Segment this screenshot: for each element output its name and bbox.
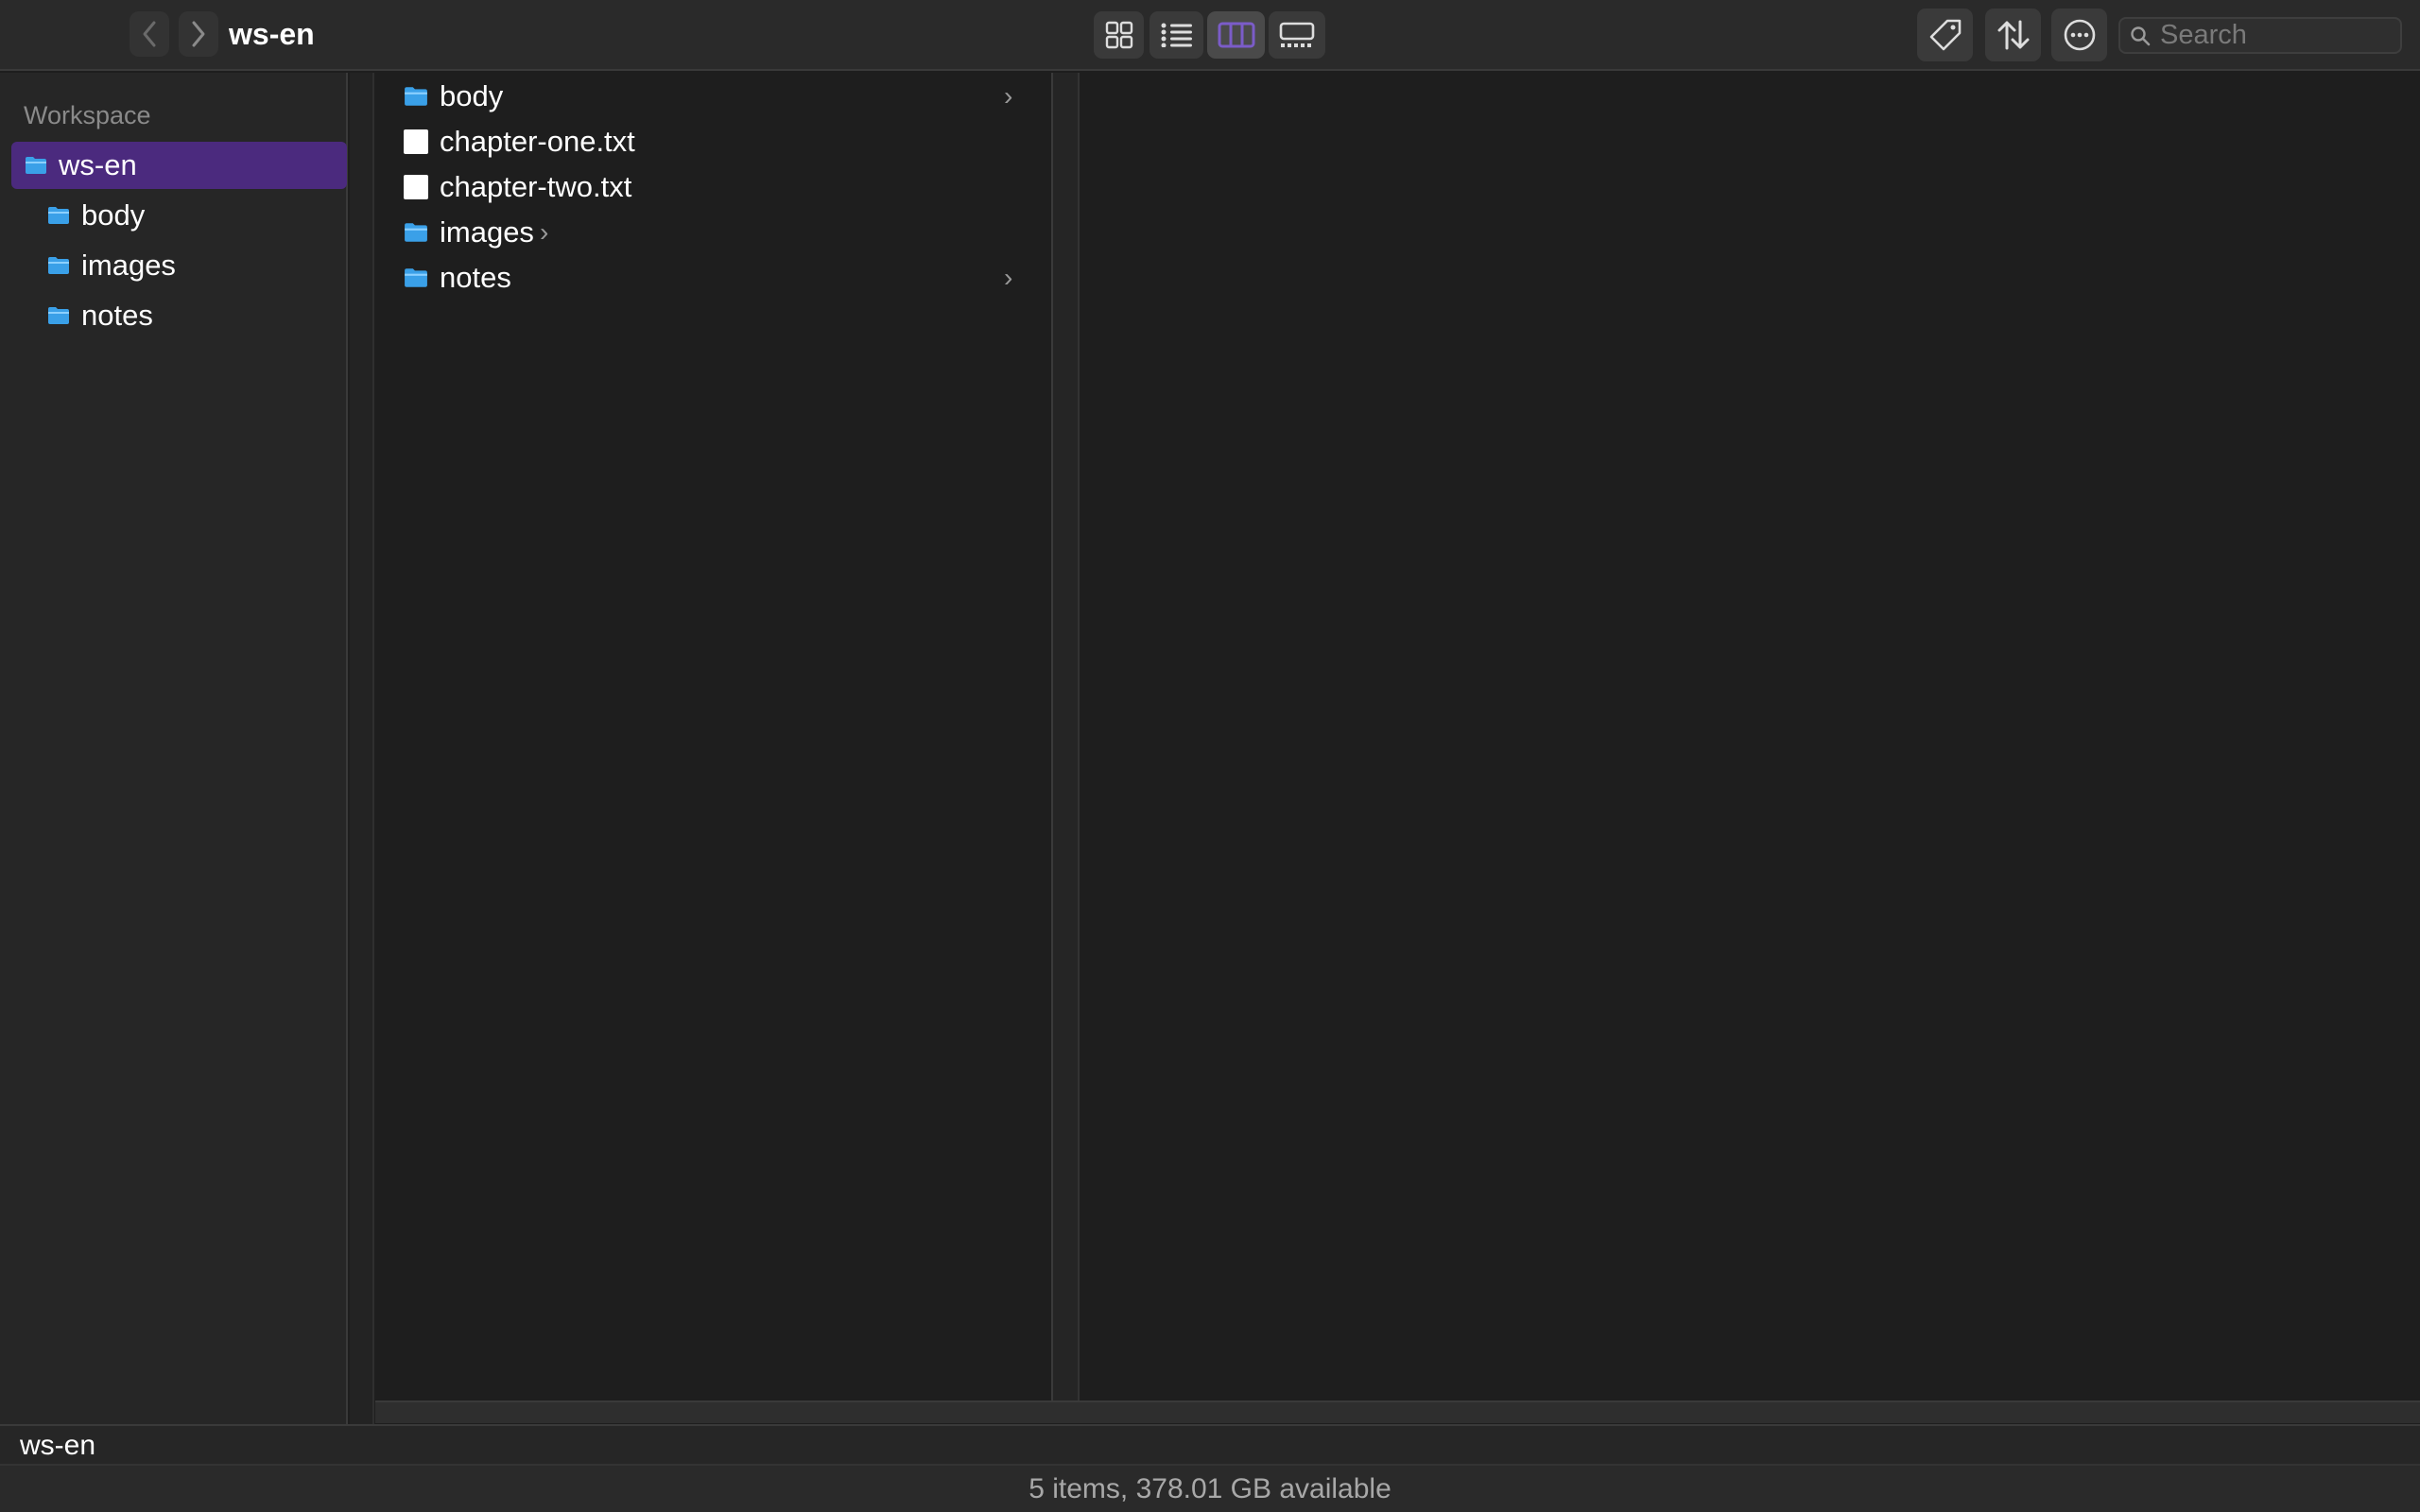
- sort-button[interactable]: [1985, 9, 2041, 61]
- forward-button[interactable]: [179, 11, 218, 57]
- icon-view-button[interactable]: [1094, 11, 1144, 59]
- grid-icon: [1105, 21, 1132, 49]
- search-input[interactable]: [2160, 20, 2387, 51]
- sidebar-item-label: images: [81, 249, 176, 282]
- sidebar-item-label: ws-en: [59, 148, 137, 181]
- list-icon: [1161, 23, 1192, 47]
- chevron-right-icon: ›: [539, 217, 549, 247]
- folder-icon: [48, 207, 69, 224]
- column-item-label: body: [440, 79, 504, 112]
- sidebar: Workspace ws-en body images notes: [0, 73, 348, 1424]
- column-item-label: chapter-one.txt: [440, 125, 635, 158]
- folder-icon: [48, 307, 69, 324]
- browser-column-2: [1080, 73, 2420, 1400]
- chevron-right-icon: [192, 21, 205, 47]
- columns-icon: [1218, 22, 1254, 48]
- folder-icon: [26, 157, 46, 174]
- column-item-notes[interactable]: notes ›: [404, 257, 1028, 299]
- path-bar-item[interactable]: ws-en: [20, 1430, 95, 1462]
- back-button[interactable]: [130, 11, 169, 57]
- status-bar: 5 items, 378.01 GB available: [0, 1466, 2420, 1512]
- path-bar: ws-en: [0, 1424, 2420, 1466]
- browser-column-1: body › chapter-one.txt chapter-two.txt i…: [375, 73, 1053, 1400]
- sidebar-heading: Workspace: [24, 101, 151, 129]
- folder-icon: [405, 268, 427, 287]
- column-item-label: images: [440, 215, 534, 249]
- sidebar-item-ws-en[interactable]: ws-en: [11, 142, 347, 189]
- column-item-label: notes: [440, 261, 511, 294]
- window-title: ws-en: [229, 17, 315, 51]
- column-item-chapter-two[interactable]: chapter-two.txt: [404, 166, 631, 208]
- folder-icon: [48, 257, 69, 274]
- sidebar-resize-handle[interactable]: [350, 73, 374, 1424]
- gallery-icon: [1279, 22, 1315, 47]
- sidebar-item-images[interactable]: images: [47, 242, 176, 289]
- folder-icon: [405, 223, 427, 242]
- column-item-chapter-one[interactable]: chapter-one.txt: [404, 121, 635, 163]
- chevron-right-icon: ›: [1004, 263, 1013, 292]
- sort-arrows-icon: [1997, 20, 2029, 50]
- sidebar-item-body[interactable]: body: [47, 192, 145, 239]
- column-item-label: chapter-two.txt: [440, 170, 632, 203]
- ellipsis-circle-icon: [2064, 19, 2095, 51]
- column-resize-handle[interactable]: [1053, 73, 1080, 1400]
- sidebar-item-label: notes: [81, 299, 153, 332]
- column-view-button[interactable]: [1207, 11, 1265, 59]
- document-icon: [404, 175, 428, 199]
- column-item-body[interactable]: body ›: [404, 76, 1028, 117]
- document-icon: [404, 129, 428, 154]
- more-actions-button[interactable]: [2051, 9, 2107, 61]
- tag-icon: [1929, 19, 1961, 51]
- horizontal-scrollbar[interactable]: [375, 1400, 2420, 1423]
- chevron-left-icon: [143, 21, 156, 47]
- search-field[interactable]: [2118, 17, 2402, 54]
- status-text: 5 items, 378.01 GB available: [1028, 1472, 1392, 1504]
- chevron-right-icon: ›: [1004, 81, 1013, 111]
- folder-icon: [405, 87, 427, 106]
- sidebar-item-notes[interactable]: notes: [47, 292, 153, 339]
- tags-button[interactable]: [1917, 9, 1973, 61]
- sidebar-item-label: body: [81, 198, 146, 232]
- search-icon: [2131, 26, 2151, 45]
- gallery-view-button[interactable]: [1269, 11, 1325, 59]
- toolbar: ws-en: [0, 0, 2420, 71]
- list-view-button[interactable]: [1150, 11, 1203, 59]
- column-item-images[interactable]: images ›: [404, 212, 548, 253]
